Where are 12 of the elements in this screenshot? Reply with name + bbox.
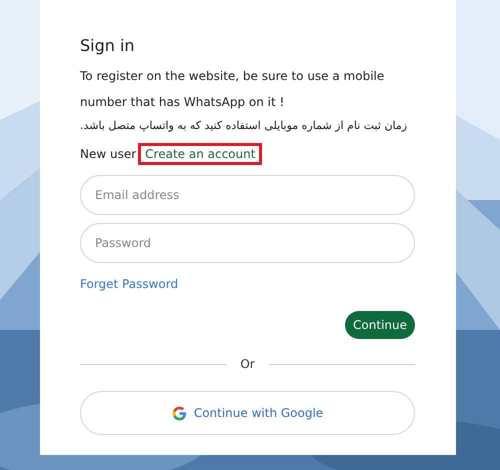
register-notice: To register on the website, be sure to use a mobile number that has WhatsApp on it !	[80, 68, 386, 111]
sign-in-title: Sign in	[80, 36, 136, 55]
input-field[interactable]: Email address	[80, 175, 415, 215]
continue-button[interactable]: Continue	[345, 311, 415, 339]
persian-notice: زمان ثبت نام از شماره موبایلی استفاده کنید که به واتساپ متصل باشد.	[80, 118, 408, 134]
new-user-label: New user	[80, 147, 136, 161]
input-field[interactable]: Password	[80, 223, 415, 263]
google-button[interactable]: Continue with Google	[80, 391, 415, 435]
create-account-link[interactable]: Create an account	[138, 143, 262, 165]
or-label: Or	[240, 357, 255, 371]
google-icon	[172, 406, 187, 420]
forgot-password-link[interactable]: Forget Password	[80, 277, 178, 291]
